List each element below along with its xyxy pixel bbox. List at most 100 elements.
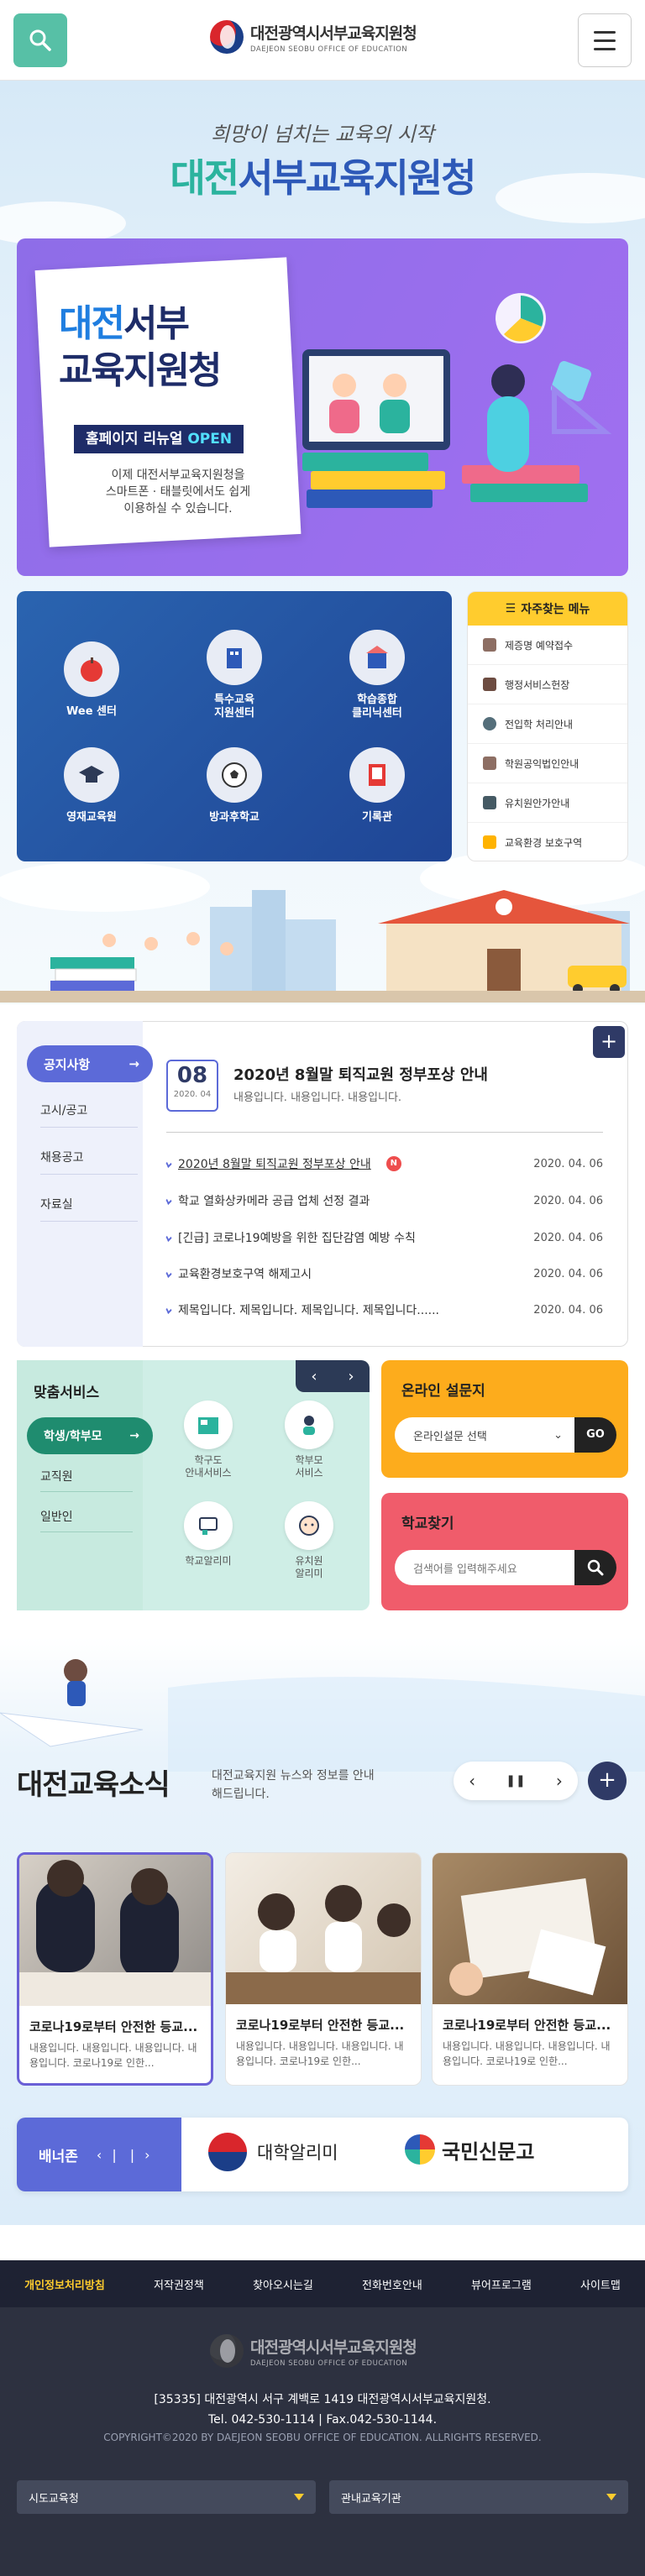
news-card-title: 코로나19로부터 안전한 등교... (443, 2018, 611, 2033)
tab-notice[interactable]: 공지사항 → (27, 1045, 153, 1082)
notice-row-title: 2020년 8월말 퇴직교원 정부포상 안내 (178, 1158, 371, 1171)
arrow-right-icon: → (128, 1056, 139, 1071)
faq-item-label: 유치원안가안내 (505, 797, 570, 809)
quick-item-label: 방과후학교 (209, 811, 260, 824)
quick-item-label: 특수교육 지원센터 (214, 694, 254, 720)
footer-select-institution[interactable]: 관내교육기관 (329, 2480, 628, 2514)
chevron-left-icon[interactable]: ‹ (469, 1771, 475, 1791)
pause-icon[interactable]: ❚❚ (506, 1774, 525, 1788)
tab-archive[interactable]: 자료실 (40, 1196, 73, 1212)
search-button[interactable] (13, 13, 67, 67)
news-card[interactable]: 코로나19로부터 안전한 등교... 내용입니다. 내용입니다. 내용입니다. … (225, 1852, 422, 2086)
notice-more-button[interactable]: + (593, 1026, 625, 1058)
tab-divider (40, 1221, 138, 1222)
quick-item-afterschool[interactable]: 방과후학교 (180, 747, 289, 825)
faq-item[interactable]: 전입학 처리안내 (468, 704, 627, 744)
faq-item[interactable]: 제증명 예약접수 (468, 626, 627, 665)
faq-item[interactable]: 유치원안가안내 (468, 783, 627, 823)
service-item-district[interactable]: 학구도 안내서비스 (166, 1401, 250, 1479)
footer-link-sitemap[interactable]: 사이트맵 (580, 2276, 621, 2292)
logo-title: 대전광역시서부교육지원청 (250, 24, 417, 43)
service-item-parent[interactable]: 학부모 서비스 (267, 1401, 351, 1479)
tab-announcement[interactable]: 고시/공고 (40, 1102, 87, 1118)
slide-title-rest: 서부 (123, 302, 190, 345)
headset-icon (483, 717, 496, 730)
parent-icon (303, 1416, 315, 1435)
hero-title-part2: 서부교육지원청 (238, 155, 476, 201)
bullet-icon (165, 1305, 172, 1315)
notice-row[interactable]: 2020년 8월말 퇴직교원 정부포상 안내 N 2020. 04. 06 (165, 1154, 603, 1174)
gavel-icon (483, 678, 496, 691)
footer-link-directions[interactable]: 찾아오시는길 (253, 2276, 313, 2292)
notice-row[interactable]: 학교 열화상카메라 공급 업체 선정 결과 2020. 04. 06 (165, 1191, 603, 1211)
frame-icon (369, 764, 385, 786)
tab-label: 공지사항 (44, 1056, 91, 1072)
quick-item-wee[interactable]: Wee 센터 (37, 641, 146, 719)
footer-select-province[interactable]: 시도교육청 (17, 2480, 316, 2514)
faq-menu: ☰ 자주찾는 메뉴 제증명 예약접수 행정서비스헌장 전입학 처리안내 학원공익법… (467, 591, 628, 861)
footer-link-phone[interactable]: 전화번호안내 (362, 2276, 422, 2292)
map-icon (198, 1417, 218, 1434)
pinwheel-logo-icon (405, 2134, 435, 2165)
site-logo[interactable]: 대전광역시서부교육지원청 DAEJEON SEOBU OFFICE OF EDU… (210, 20, 417, 54)
footer-select-value: 관내교육기관 (341, 2492, 401, 2505)
faq-item[interactable]: 학원공익법인안내 (468, 744, 627, 783)
news-card-desc: 내용입니다. 내용입니다. 내용입니다. 내용입니다. 코로나19로 인한... (443, 2040, 611, 2067)
hero-slogan: 희망이 넘치는 교육의 시작 (211, 123, 434, 146)
featured-yearmonth: 2020. 04 (173, 1090, 212, 1099)
chevron-left-icon[interactable]: ‹ (311, 1368, 317, 1385)
megaphone-icon (199, 1517, 218, 1535)
banner-sinmungo[interactable]: 국민신문고 (403, 2133, 534, 2166)
news-more-button[interactable]: + (588, 1762, 627, 1800)
chevron-right-icon[interactable]: › (348, 1368, 354, 1385)
new-badge: N (385, 1156, 401, 1171)
caret-down-icon (606, 2494, 616, 2500)
tab-student-parent[interactable]: 학생/학부모 → (27, 1417, 153, 1454)
faq-item[interactable]: 교육환경 보호구역 (468, 823, 627, 861)
faq-item[interactable]: 행정서비스헌장 (468, 665, 627, 704)
tab-public[interactable]: 일반인 (40, 1508, 73, 1525)
notice-row[interactable]: 교육환경보호구역 해제고시 2020. 04. 06 (165, 1264, 603, 1284)
service-item-school-info[interactable]: 학교알리미 (166, 1501, 250, 1568)
banner-zone-controls[interactable]: ‹❘❘› (97, 2147, 157, 2163)
hamburger-menu-button[interactable] (578, 13, 632, 67)
footer-link-privacy[interactable]: 개인정보처리방침 (24, 2276, 105, 2292)
survey-go-button[interactable]: GO (574, 1417, 616, 1453)
slide-badge-text: 홈페이지 리뉴얼 (86, 431, 183, 448)
tab-divider (40, 1531, 133, 1532)
chevron-right-icon[interactable]: › (556, 1771, 563, 1791)
graduation-cap-icon (79, 766, 104, 783)
logo-subtitle: DAEJEON SEOBU OFFICE OF EDUCATION (250, 45, 408, 54)
notice-row-date: 2020. 04. 06 (533, 1194, 603, 1207)
tab-recruit[interactable]: 채용공고 (40, 1149, 84, 1165)
notice-row-title: 제목입니다. 제목입니다. 제목입니다. 제목입니다...... (178, 1304, 440, 1317)
featured-title[interactable]: 2020년 8월말 퇴직교원 정부포상 안내 (233, 1063, 488, 1085)
footer-link-viewer[interactable]: 뷰어프로그램 (471, 2276, 532, 2292)
notice-row[interactable]: 제목입니다. 제목입니다. 제목입니다. 제목입니다...... 2020. 04… (165, 1300, 603, 1320)
survey-select[interactable]: 온라인설문 선택 ⌄ (395, 1417, 574, 1453)
footer-link-copyright[interactable]: 저작권정책 (154, 2276, 204, 2292)
main-slide-banner[interactable]: ❚❚ › (17, 238, 628, 576)
quick-item-archive[interactable]: 기록관 (322, 747, 432, 825)
notice-row[interactable]: [긴급] 코로나19예방을 위한 집단감염 예방 수칙 2020. 04. 06 (165, 1228, 603, 1248)
chevron-down-icon: ⌄ (553, 1428, 563, 1442)
news-card[interactable]: 코로나19로부터 안전한 등교... 내용입니다. 내용입니다. 내용입니다. … (17, 1852, 213, 2086)
tab-staff[interactable]: 교직원 (40, 1468, 73, 1484)
banner-university-info[interactable]: 대학알리미 (208, 2133, 338, 2171)
bullet-icon (165, 1269, 172, 1279)
bullet-icon (165, 1196, 172, 1206)
school-search-input[interactable]: 검색어를 입력해주세요 (395, 1550, 574, 1585)
slide-desc-line: 이용하실 수 있습니다. (123, 502, 233, 516)
school-search-button[interactable] (574, 1550, 616, 1585)
service-item-label: 학부모 서비스 (295, 1454, 323, 1479)
faq-title: 자주찾는 메뉴 (521, 603, 590, 616)
quick-item-special-edu[interactable]: 특수교육 지원센터 (180, 630, 289, 720)
document-icon (483, 638, 496, 652)
news-controls: ‹ ❚❚ › (454, 1762, 578, 1800)
tab-divider (40, 1491, 133, 1492)
quick-item-gifted[interactable]: 영재교육원 (37, 747, 146, 825)
service-item-kinder-info[interactable]: 유치원 알리미 (267, 1501, 351, 1580)
quick-item-clinic[interactable]: 학습종합 클리닉센터 (322, 630, 432, 720)
news-card[interactable]: 코로나19로부터 안전한 등교... 내용입니다. 내용입니다. 내용입니다. … (432, 1852, 628, 2086)
building-icon (227, 648, 242, 668)
